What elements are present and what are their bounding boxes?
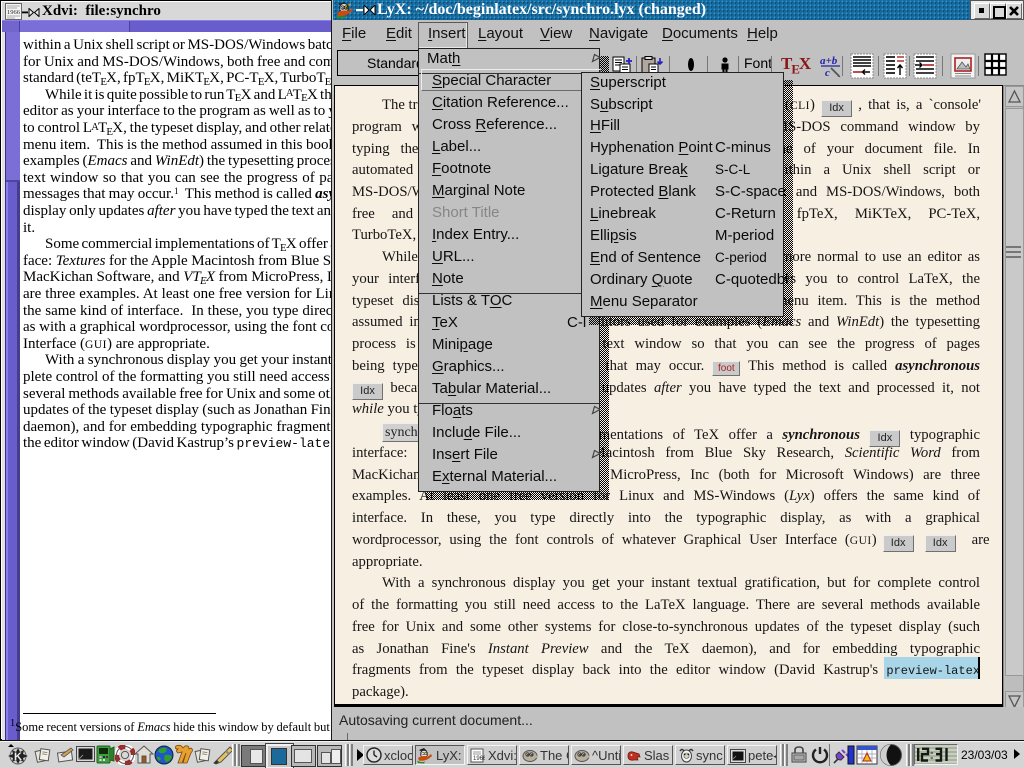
svg-text:K: K <box>14 751 22 763</box>
svg-text:1966: 1966 <box>7 9 21 16</box>
svg-text:a+b: a+b <box>820 55 838 67</box>
svg-text:c: c <box>825 67 830 78</box>
svg-text:1966: 1966 <box>473 756 485 762</box>
